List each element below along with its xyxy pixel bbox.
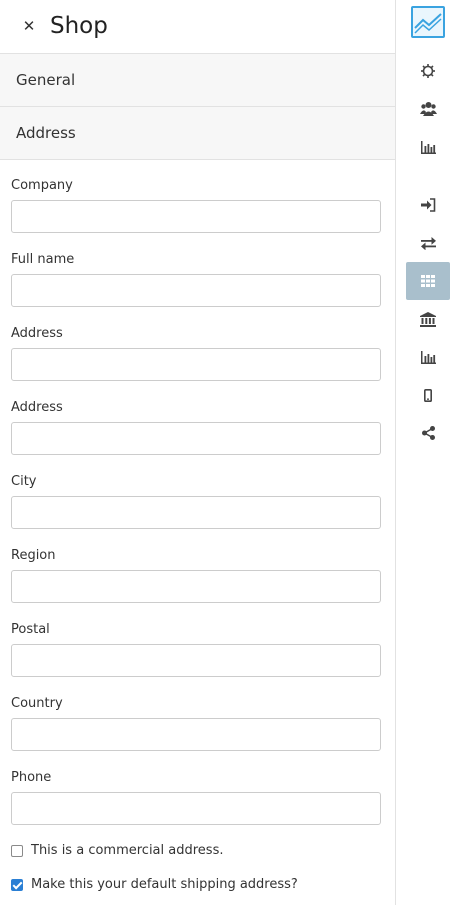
region-label: Region [11,548,56,563]
gear-icon[interactable] [406,52,450,90]
grid-icon[interactable] [406,262,450,300]
full-name-field[interactable] [11,274,381,307]
close-icon[interactable]: ✕ [20,16,38,36]
bank-icon[interactable] [406,300,450,338]
bar-chart-icon[interactable] [406,338,450,376]
exchange-icon[interactable] [406,224,450,262]
city-field[interactable] [11,496,381,529]
section-general-label: General [16,71,76,89]
mobile-icon[interactable] [406,376,450,414]
default-shipping-checkbox[interactable] [11,879,23,891]
postal-field[interactable] [11,644,381,677]
section-address-label: Address [16,124,76,142]
company-label: Company [11,178,73,193]
country-field[interactable] [11,718,381,751]
commercial-address-label: This is a commercial address. [31,843,224,858]
icon-rail [397,0,458,905]
address-line2-label: Address [11,400,63,415]
full-name-label: Full name [11,252,75,267]
share-icon[interactable] [406,414,450,452]
shop-panel: ✕ Shop General Address Company Full name… [0,0,396,905]
commercial-address-row[interactable]: This is a commercial address. [11,842,223,860]
city-label: City [11,474,37,489]
address-line1-label: Address [11,326,63,341]
country-label: Country [11,696,63,711]
page-title: Shop [50,13,108,39]
company-field[interactable] [11,200,381,233]
commercial-address-checkbox[interactable] [11,845,23,857]
address-line1-field[interactable] [11,348,381,381]
section-address[interactable]: Address [0,107,395,160]
phone-field[interactable] [11,792,381,825]
postal-label: Postal [11,622,50,637]
default-shipping-row[interactable]: Make this your default shipping address? [11,876,298,894]
logo-icon[interactable] [411,6,445,38]
address-line2-field[interactable] [11,422,381,455]
sign-in-icon[interactable] [406,186,450,224]
panel-header: ✕ Shop [0,0,395,54]
users-icon[interactable] [406,89,450,127]
bar-chart-icon[interactable] [406,128,450,166]
section-general[interactable]: General [0,54,395,107]
phone-label: Phone [11,770,52,785]
region-field[interactable] [11,570,381,603]
default-shipping-label: Make this your default shipping address? [31,877,298,892]
